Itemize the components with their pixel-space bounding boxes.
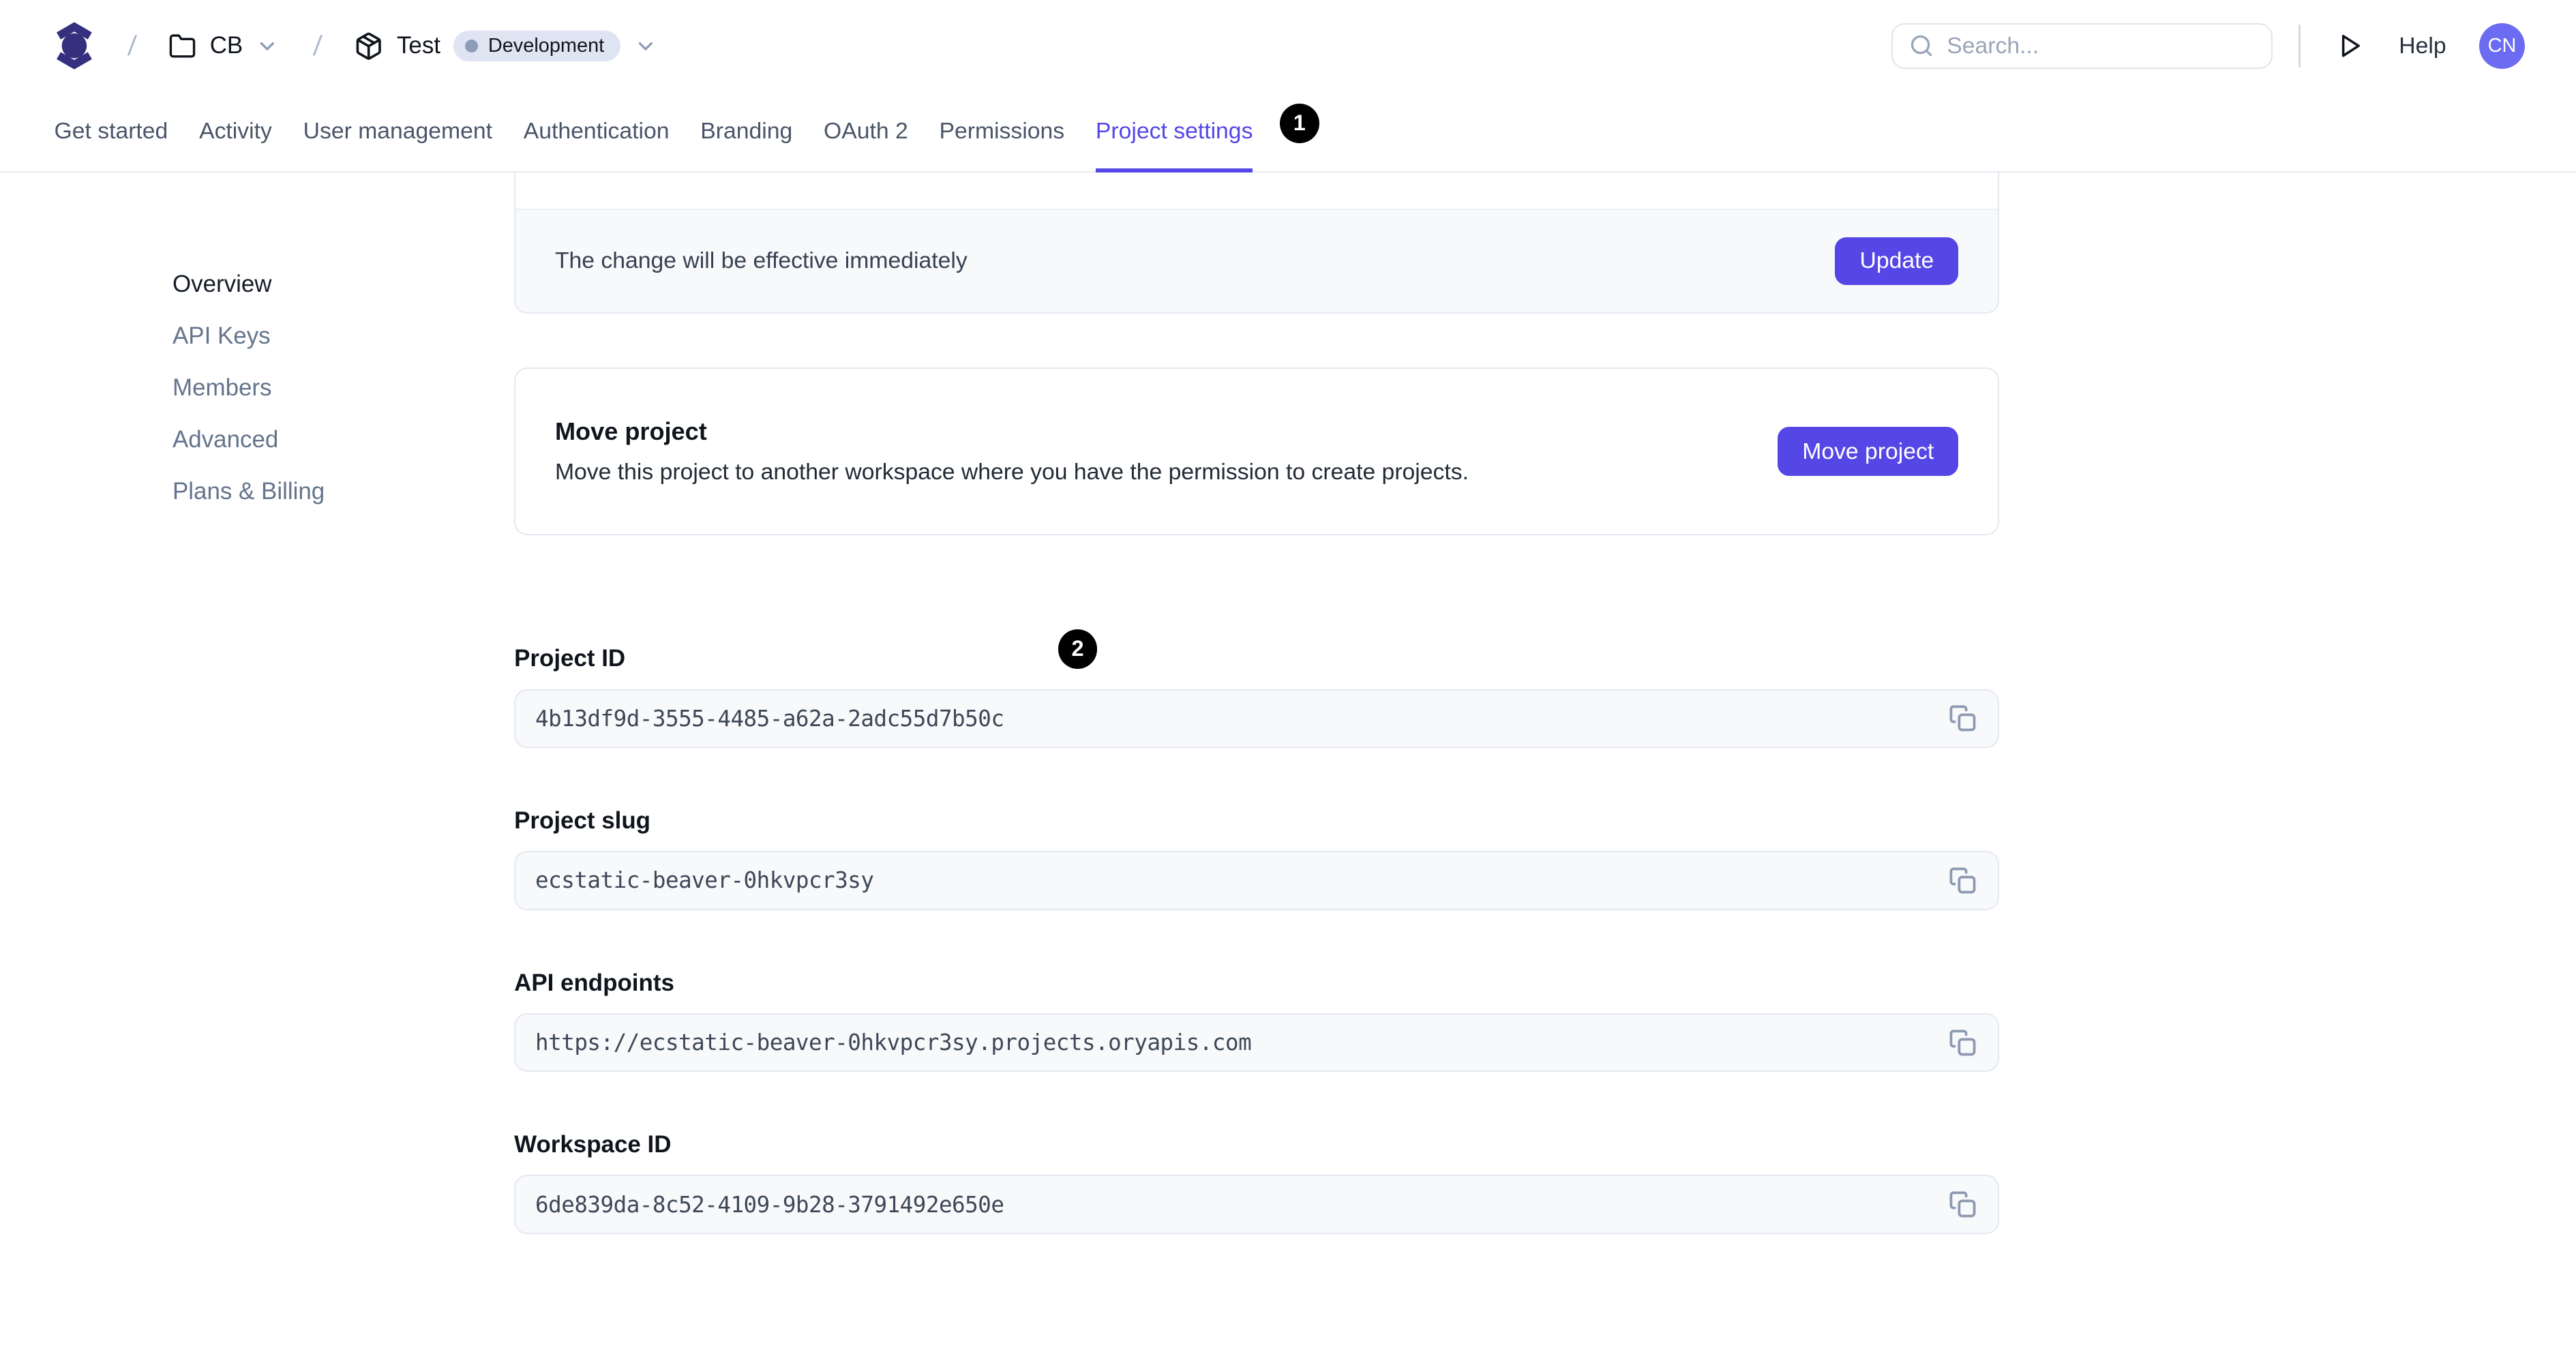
field-value-box[interactable]: 6de839da-8c52-4109-9b28-3791492e650e bbox=[514, 1175, 2000, 1234]
update-card-body bbox=[515, 172, 1998, 209]
tab-project-settings[interactable]: Project settings bbox=[1095, 92, 1253, 173]
update-card: The change will be effective immediately… bbox=[514, 172, 2000, 314]
sidebar-item-members[interactable]: Members bbox=[173, 376, 460, 400]
copy-icon[interactable] bbox=[1949, 704, 1977, 732]
ory-logo-icon[interactable] bbox=[55, 21, 94, 70]
field-value: 4b13df9d-3555-4485-a62a-2adc55d7b50c bbox=[535, 705, 1004, 732]
help-button[interactable]: Help bbox=[2399, 33, 2446, 59]
copy-icon[interactable] bbox=[1949, 1029, 1977, 1057]
field-label: API endpoints bbox=[514, 969, 674, 996]
field-value-box[interactable]: https://ecstatic-beaver-0hkvpcr3sy.proje… bbox=[514, 1012, 2000, 1072]
breadcrumb-separator: / bbox=[126, 29, 138, 61]
update-button[interactable]: Update bbox=[1835, 237, 1959, 285]
search-box[interactable] bbox=[1891, 22, 2273, 70]
sidebar-item-plans-billing[interactable]: Plans & Billing bbox=[173, 479, 460, 503]
tab-oauth2[interactable]: OAuth 2 bbox=[824, 92, 908, 171]
search-input[interactable] bbox=[1947, 32, 2255, 59]
play-icon[interactable] bbox=[2337, 33, 2363, 59]
tab-get-started[interactable]: Get started bbox=[55, 92, 168, 171]
settings-sidebar: Overview API Keys Members Advanced Plans… bbox=[0, 172, 460, 531]
update-card-footer: The change will be effective immediately… bbox=[515, 208, 1998, 312]
field-workspace-id: Workspace ID 6de839da-8c52-4109-9b28-379… bbox=[514, 1131, 2000, 1234]
app-header: / CB / Test Development Search... Help C… bbox=[0, 0, 2576, 92]
tab-authentication[interactable]: Authentication bbox=[524, 92, 670, 171]
header-divider bbox=[2298, 25, 2301, 68]
main-panel: The change will be effective immediately… bbox=[514, 172, 2000, 1293]
annotation-badge-2: 2 bbox=[1058, 629, 1098, 669]
chevron-down-icon bbox=[634, 35, 657, 58]
field-label: Project ID bbox=[514, 645, 626, 672]
breadcrumb: / CB / Test Development bbox=[55, 21, 691, 70]
field-label: Project slug bbox=[514, 807, 651, 834]
field-api-endpoints: API endpoints https://ecstatic-beaver-0h… bbox=[514, 969, 2000, 1072]
tab-user-management[interactable]: User management bbox=[303, 92, 492, 171]
field-project-slug: Project slug ecstatic-beaver-0hkvpcr3sy bbox=[514, 807, 2000, 910]
field-value-box[interactable]: 4b13df9d-3555-4485-a62a-2adc55d7b50c bbox=[514, 689, 2000, 749]
package-icon bbox=[354, 31, 383, 61]
sidebar-item-overview[interactable]: Overview bbox=[173, 272, 460, 296]
environment-label: Development bbox=[488, 34, 605, 57]
ory-console-app: / CB / Test Development Search... Help C… bbox=[0, 0, 2576, 1365]
tab-activity[interactable]: Activity bbox=[199, 92, 272, 171]
move-project-title: Move project bbox=[554, 417, 707, 445]
avatar[interactable]: CN bbox=[2478, 22, 2526, 70]
sidebar-item-advanced[interactable]: Advanced bbox=[173, 427, 460, 451]
breadcrumb-separator: / bbox=[312, 29, 323, 61]
project-name: Test bbox=[396, 32, 441, 59]
copy-icon[interactable] bbox=[1949, 1190, 1977, 1218]
tab-branding[interactable]: Branding bbox=[700, 92, 792, 171]
field-value: 6de839da-8c52-4109-9b28-3791492e650e bbox=[535, 1191, 1004, 1218]
content-area: Overview API Keys Members Advanced Plans… bbox=[0, 172, 2576, 1293]
update-note: The change will be effective immediately bbox=[554, 247, 968, 274]
environment-badge: Development bbox=[453, 30, 621, 61]
annotation-badge-1: 1 bbox=[1279, 103, 1319, 143]
field-project-id: Project ID 4b13df9d-3555-4485-a62a-2adc5… bbox=[514, 645, 2000, 749]
tab-permissions[interactable]: Permissions bbox=[940, 92, 1065, 171]
field-value: ecstatic-beaver-0hkvpcr3sy bbox=[535, 867, 874, 894]
move-project-description: Move this project to another workspace w… bbox=[554, 459, 1469, 485]
search-icon bbox=[1909, 33, 1934, 58]
field-value-box[interactable]: ecstatic-beaver-0hkvpcr3sy bbox=[514, 851, 2000, 910]
folder-icon bbox=[168, 32, 196, 60]
project-info-fields: Project ID 4b13df9d-3555-4485-a62a-2adc5… bbox=[514, 645, 2000, 1234]
environment-dot-icon bbox=[465, 39, 479, 53]
field-label: Workspace ID bbox=[514, 1131, 672, 1158]
workspace-switcher[interactable]: CB bbox=[168, 32, 279, 60]
workspace-name: CB bbox=[209, 32, 243, 59]
header-actions: Help CN bbox=[1891, 22, 2526, 70]
copy-icon[interactable] bbox=[1949, 867, 1977, 895]
chevron-down-icon bbox=[256, 35, 279, 58]
sidebar-item-api-keys[interactable]: API Keys bbox=[173, 324, 460, 348]
move-project-text: Move project Move this project to anothe… bbox=[555, 417, 1469, 485]
move-project-card: Move project Move this project to anothe… bbox=[514, 368, 2000, 535]
move-project-button[interactable]: Move project bbox=[1778, 426, 1959, 477]
field-value: https://ecstatic-beaver-0hkvpcr3sy.proje… bbox=[535, 1030, 1252, 1055]
project-switcher[interactable]: Test Development bbox=[354, 30, 657, 61]
